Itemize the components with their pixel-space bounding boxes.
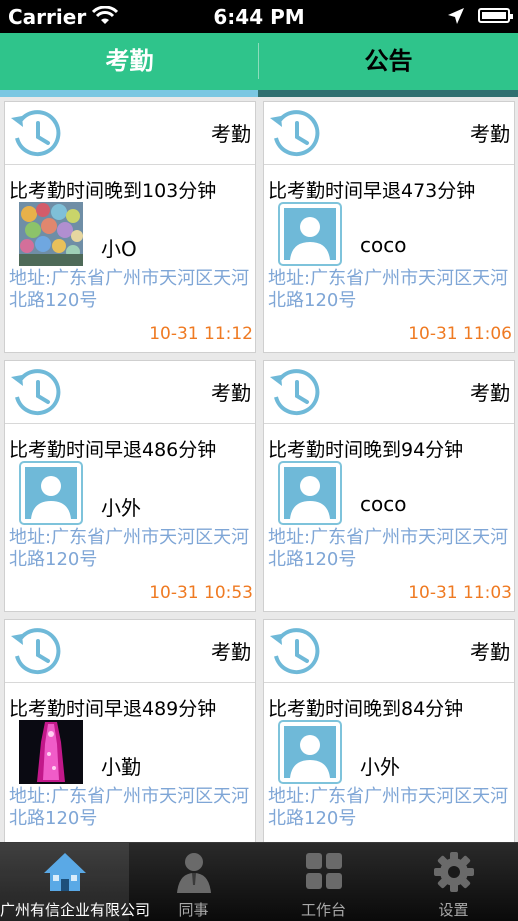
tabbar-label: 设置 [438, 901, 469, 919]
tabbar-item-colleagues[interactable]: 同事 [129, 843, 258, 921]
home-icon [44, 853, 86, 891]
tabbar-label: 同事 [178, 901, 209, 919]
clock-time: 6:44 PM [213, 5, 305, 29]
record-address: 地址:广东省广州市天河区天河北路120号 [268, 786, 509, 829]
attendance-card[interactable]: 考勤 比考勤时间晚到94分钟 coco 地址:广东省广州市天河区天河北路120号… [263, 360, 515, 612]
card-header: 考勤 [5, 361, 255, 424]
record-message: 比考勤时间晚到103分钟 [9, 180, 217, 202]
bottom-tab-bar: 广州有信企业有限公司 同事 工作台 设置 [0, 842, 518, 921]
record-address: 地址:广东省广州市天河区天河北路120号 [268, 268, 509, 311]
default-avatar-icon [19, 461, 83, 525]
record-time: 10-31 11:03 [408, 583, 512, 603]
grid-icon [306, 853, 342, 889]
record-type: 考勤 [470, 381, 510, 405]
tabbar-label: 广州有信企业有限公司 [0, 901, 151, 919]
battery-icon [478, 8, 513, 23]
user-name: 小勤 [101, 755, 141, 779]
record-time: 10-31 10:53 [149, 583, 253, 603]
record-message: 比考勤时间早退473分钟 [268, 180, 476, 202]
record-message: 比考勤时间晚到84分钟 [268, 698, 464, 720]
record-time: 10-31 11:12 [149, 324, 253, 344]
clock-history-icon [270, 369, 320, 416]
avatar [19, 720, 83, 784]
user-name: 小外 [101, 496, 141, 520]
clock-history-icon [270, 628, 320, 675]
status-bar: Carrier 6:44 PM [0, 0, 518, 33]
user-name: 小O [101, 237, 137, 261]
record-type: 考勤 [470, 122, 510, 146]
attendance-card[interactable]: 考勤 比考勤时间早退489分钟 小勤 地址:广东省广州市天河区天河北路120号 [4, 619, 256, 842]
card-header: 考勤 [264, 361, 514, 424]
card-header: 考勤 [264, 620, 514, 683]
record-time: 10-31 11:06 [408, 324, 512, 344]
record-type: 考勤 [470, 640, 510, 664]
tabbar-label: 工作台 [300, 901, 346, 919]
gear-icon [434, 852, 474, 892]
clock-history-icon [11, 110, 61, 157]
default-avatar-icon [278, 202, 342, 266]
tab-announcements[interactable]: 公告 [259, 33, 518, 89]
default-avatar-icon [278, 720, 342, 784]
user-name: coco [360, 492, 407, 516]
card-header: 考勤 [5, 102, 255, 165]
attendance-card[interactable]: 考勤 比考勤时间晚到84分钟 小外 地址:广东省广州市天河区天河北路120号 [263, 619, 515, 842]
record-address: 地址:广东省广州市天河区天河北路120号 [9, 268, 250, 311]
attendance-grid[interactable]: 考勤 比考勤时间晚到103分钟 小O 地址:广东省广州市天河区天河北路120号 … [0, 97, 518, 842]
record-type: 考勤 [211, 381, 251, 405]
card-header: 考勤 [264, 102, 514, 165]
avatar [19, 202, 83, 266]
default-avatar-icon [278, 461, 342, 525]
record-type: 考勤 [211, 640, 251, 664]
record-message: 比考勤时间早退486分钟 [9, 439, 217, 461]
clock-history-icon [11, 369, 61, 416]
segment-tabs: 考勤 公告 [0, 33, 518, 97]
user-name: 小外 [360, 755, 400, 779]
record-type: 考勤 [211, 122, 251, 146]
tabbar-item-settings[interactable]: 设置 [389, 843, 518, 921]
card-header: 考勤 [5, 620, 255, 683]
attendance-card[interactable]: 考勤 比考勤时间晚到103分钟 小O 地址:广东省广州市天河区天河北路120号 … [4, 101, 256, 353]
record-message: 比考勤时间晚到94分钟 [268, 439, 464, 461]
tabbar-item-workbench[interactable]: 工作台 [259, 843, 388, 921]
record-address: 地址:广东省广州市天河区天河北路120号 [268, 527, 509, 570]
user-name: coco [360, 233, 407, 257]
record-address: 地址:广东省广州市天河区天河北路120号 [9, 786, 250, 829]
tab-attendance[interactable]: 考勤 [0, 33, 259, 89]
person-icon [177, 853, 211, 893]
tabbar-item-company[interactable]: 广州有信企业有限公司 [0, 843, 151, 921]
record-message: 比考勤时间早退489分钟 [9, 698, 217, 720]
tab-indicator-inactive [258, 90, 518, 97]
location-arrow-icon [448, 8, 464, 24]
attendance-card[interactable]: 考勤 比考勤时间早退486分钟 小外 地址:广东省广州市天河区天河北路120号 … [4, 360, 256, 612]
clock-history-icon [270, 110, 320, 157]
record-address: 地址:广东省广州市天河区天河北路120号 [9, 527, 250, 570]
attendance-card[interactable]: 考勤 比考勤时间早退473分钟 coco 地址:广东省广州市天河区天河北路120… [263, 101, 515, 353]
clock-history-icon [11, 628, 61, 675]
tab-indicator-active [0, 90, 258, 97]
